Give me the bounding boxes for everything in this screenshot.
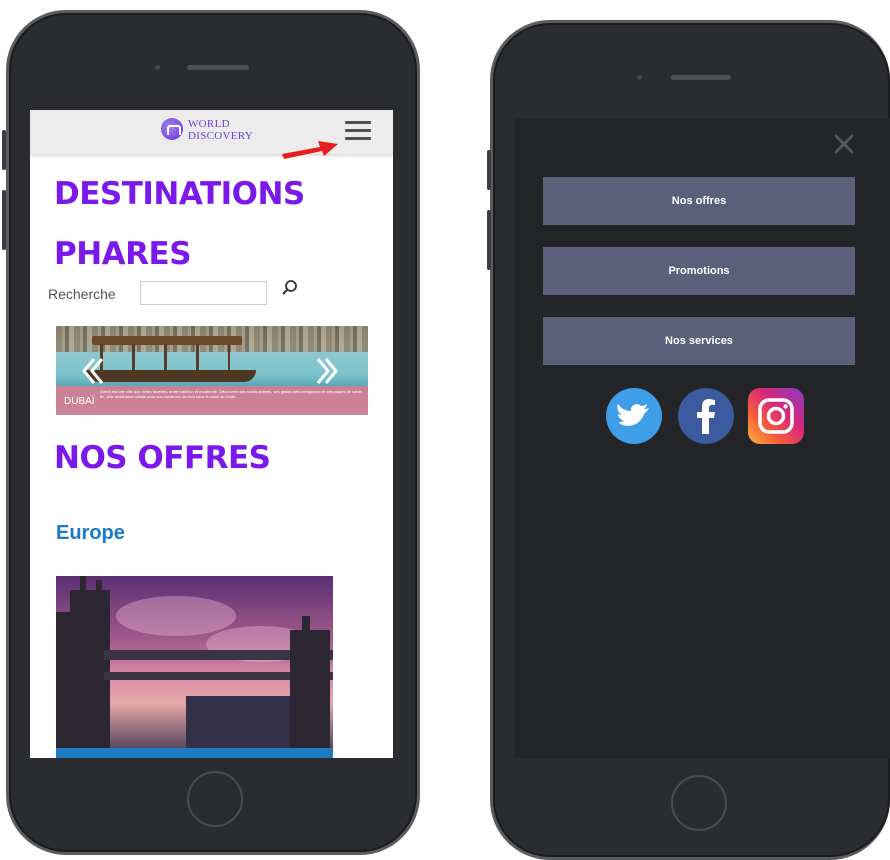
front-camera bbox=[637, 75, 642, 80]
twitter-icon[interactable] bbox=[606, 388, 662, 444]
search-label: Recherche bbox=[48, 286, 116, 302]
home-button[interactable] bbox=[187, 771, 243, 827]
hamburger-menu-icon[interactable] bbox=[345, 121, 371, 141]
search-input[interactable] bbox=[140, 281, 267, 305]
speaker-grille bbox=[671, 75, 731, 80]
slider-prev-chevron-icon[interactable] bbox=[80, 356, 106, 386]
volume-button bbox=[487, 150, 491, 190]
logo-text[interactable]: WORLD DISCOVERY bbox=[188, 118, 253, 142]
logo-text-line2: DISCOVERY bbox=[188, 130, 254, 142]
red-arrow-annotation-icon bbox=[282, 141, 338, 159]
instagram-icon[interactable] bbox=[748, 388, 804, 444]
slider-next-chevron-icon[interactable] bbox=[314, 356, 340, 386]
region-heading-europe[interactable]: Europe bbox=[56, 522, 125, 545]
front-camera bbox=[155, 65, 160, 70]
menu-item-promotions[interactable]: Promotions bbox=[543, 247, 855, 295]
close-icon[interactable] bbox=[832, 132, 856, 156]
offers-heading: NOS OFFRES bbox=[54, 440, 271, 476]
logo-text-line1: WORLD bbox=[188, 118, 230, 130]
volume-button bbox=[2, 190, 6, 250]
slider-image-boat-hull bbox=[86, 370, 256, 382]
slider-caption-text: Dubaï est une ville aux milles facettes,… bbox=[100, 389, 362, 399]
destination-slider[interactable]: DUBAÏ Dubaï est une ville aux milles fac… bbox=[56, 326, 368, 415]
home-button[interactable] bbox=[671, 775, 727, 831]
volume-button bbox=[2, 130, 6, 170]
search-icon[interactable] bbox=[280, 278, 300, 298]
europe-offer-image[interactable] bbox=[56, 576, 333, 758]
volume-button bbox=[487, 210, 491, 270]
slider-caption-title: DUBAÏ bbox=[64, 396, 95, 407]
logo-icon[interactable] bbox=[161, 118, 183, 140]
facebook-icon[interactable] bbox=[678, 388, 734, 444]
website-screen: WORLD DISCOVERY DESTINATIONS PHARES Rech… bbox=[30, 110, 393, 758]
offer-image-strip bbox=[56, 748, 333, 758]
headline-line2: PHARES bbox=[54, 236, 192, 272]
headline-line1: DESTINATIONS bbox=[54, 176, 305, 212]
site-header: WORLD DISCOVERY bbox=[30, 110, 393, 159]
speaker-grille bbox=[187, 65, 249, 70]
menu-item-nos-services[interactable]: Nos services bbox=[543, 317, 855, 365]
menu-item-nos-offres[interactable]: Nos offres bbox=[543, 177, 855, 225]
